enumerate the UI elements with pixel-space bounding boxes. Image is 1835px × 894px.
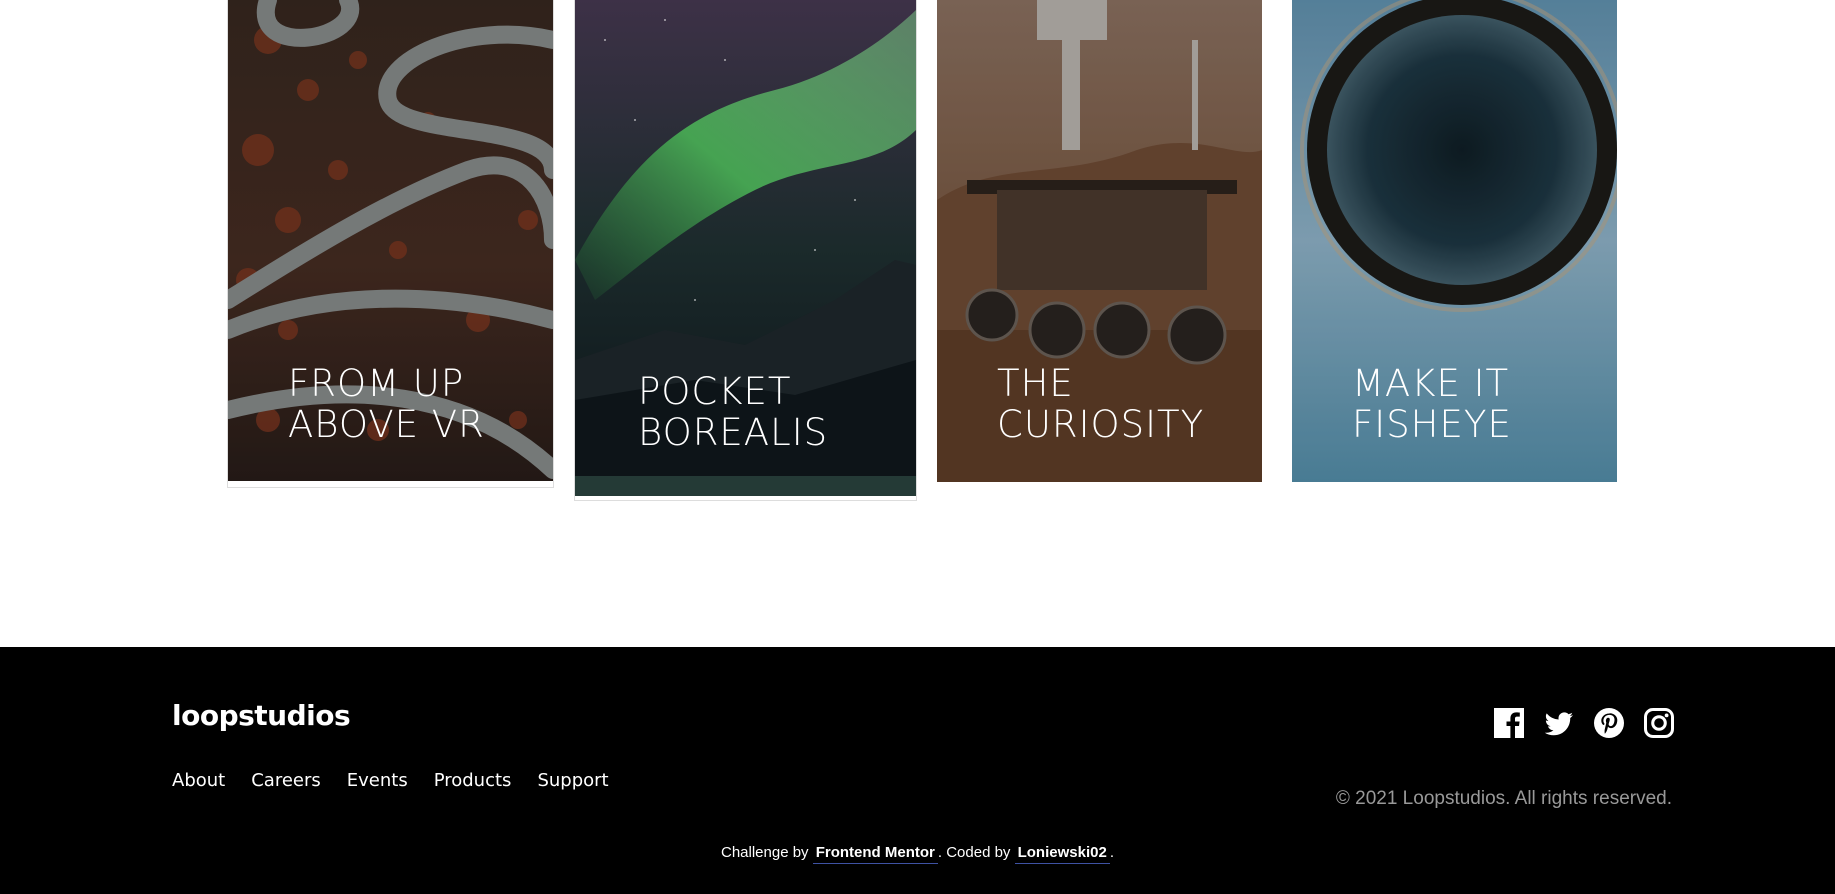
copyright-text: © 2021 Loopstudios. All rights reserved. bbox=[1335, 788, 1672, 809]
footer-logo[interactable]: loopstudios bbox=[172, 699, 351, 732]
creation-title-line: The bbox=[997, 362, 1074, 405]
footer-nav-support[interactable]: Support bbox=[537, 770, 608, 791]
social-links bbox=[1493, 707, 1675, 739]
author-link[interactable]: Loniewski02 bbox=[1014, 844, 1110, 864]
creation-card-make-it-fisheye[interactable]: Make it fisheye bbox=[1292, 0, 1617, 482]
footer-nav: About Careers Events Products Support bbox=[172, 770, 609, 791]
footer-nav-careers[interactable]: Careers bbox=[251, 770, 321, 791]
creation-title: From up above VR bbox=[288, 363, 485, 445]
creation-card-from-up-above-vr[interactable]: From up above VR bbox=[227, 0, 554, 488]
creation-title: Make it fisheye bbox=[1352, 363, 1512, 445]
creation-title: The curiosity bbox=[997, 363, 1204, 445]
creation-title-line: above VR bbox=[288, 403, 485, 446]
creation-title-line: From up bbox=[288, 362, 465, 405]
facebook-icon[interactable] bbox=[1493, 707, 1525, 739]
creation-title-line: Make it bbox=[1352, 362, 1510, 405]
creation-title-line: fisheye bbox=[1352, 403, 1512, 446]
creation-title-line: borealis bbox=[638, 411, 829, 454]
pinterest-icon[interactable] bbox=[1593, 707, 1625, 739]
creation-title-line: Pocket bbox=[638, 370, 792, 413]
instagram-icon[interactable] bbox=[1643, 707, 1675, 739]
site-footer: loopstudios About Careers Events Product… bbox=[0, 647, 1835, 894]
footer-nav-products[interactable]: Products bbox=[434, 770, 512, 791]
attribution-suffix: . bbox=[1109, 844, 1114, 861]
attribution-prefix: Challenge by bbox=[721, 844, 809, 861]
creation-title: Pocket borealis bbox=[638, 371, 828, 453]
creations-gallery: From up above VR bbox=[0, 0, 1835, 647]
footer-nav-about[interactable]: About bbox=[172, 770, 225, 791]
footer-nav-events[interactable]: Events bbox=[347, 770, 408, 791]
twitter-icon[interactable] bbox=[1543, 707, 1575, 739]
creation-card-pocket-borealis[interactable]: Pocket borealis bbox=[574, 0, 917, 501]
attribution-middle: . Coded by bbox=[937, 844, 1011, 861]
creation-card-the-curiosity[interactable]: The curiosity bbox=[937, 0, 1262, 482]
frontend-mentor-link[interactable]: Frontend Mentor bbox=[812, 844, 938, 864]
attribution: Challenge by Frontend Mentor. Coded by L… bbox=[0, 844, 1835, 864]
creation-title-line: curiosity bbox=[997, 403, 1205, 446]
